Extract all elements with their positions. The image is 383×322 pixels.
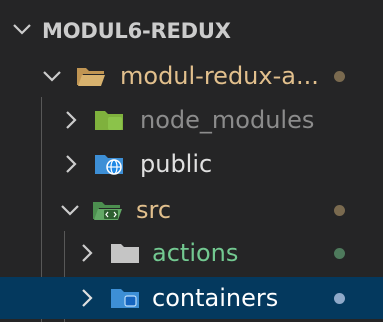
tree-item-root-folder[interactable]: modul-redux-a... (0, 55, 383, 97)
git-status-dot (334, 293, 345, 304)
tree-item-label: src (136, 196, 172, 224)
folder-src-icon (92, 198, 124, 222)
git-status-dot (334, 205, 345, 216)
tree-item-actions[interactable]: actions (0, 232, 383, 274)
file-explorer: MODUL6-REDUX modul-redux-a... node_modul… (0, 0, 383, 322)
chevron-right-icon[interactable] (80, 243, 94, 263)
tree-item-public[interactable]: public (0, 143, 383, 185)
git-status-dot (334, 248, 345, 259)
tree-item-src[interactable]: src (0, 189, 383, 231)
git-status-dot (334, 71, 345, 82)
chevron-down-icon[interactable] (42, 69, 62, 83)
chevron-down-icon[interactable] (60, 203, 80, 217)
tree-item-label: containers (152, 284, 279, 312)
tree-item-containers[interactable]: containers (0, 277, 383, 319)
folder-icon (110, 242, 140, 264)
tree-item-label: node_modules (140, 106, 315, 134)
tree-item-label: modul-redux-a... (120, 62, 319, 90)
folder-node-icon (94, 109, 124, 131)
tree-item-label: actions (152, 239, 239, 267)
chevron-right-icon[interactable] (80, 288, 94, 308)
folder-open-icon (76, 64, 106, 88)
folder-public-icon (94, 153, 124, 175)
folder-containers-icon (110, 287, 140, 309)
tree-item-label: public (140, 150, 213, 178)
chevron-right-icon[interactable] (64, 154, 78, 174)
explorer-section-header[interactable]: MODUL6-REDUX (0, 10, 383, 52)
chevron-right-icon[interactable] (64, 110, 78, 130)
chevron-down-icon[interactable] (12, 22, 32, 36)
section-title: MODUL6-REDUX (42, 19, 231, 43)
tree-item-node-modules[interactable]: node_modules (0, 99, 383, 141)
